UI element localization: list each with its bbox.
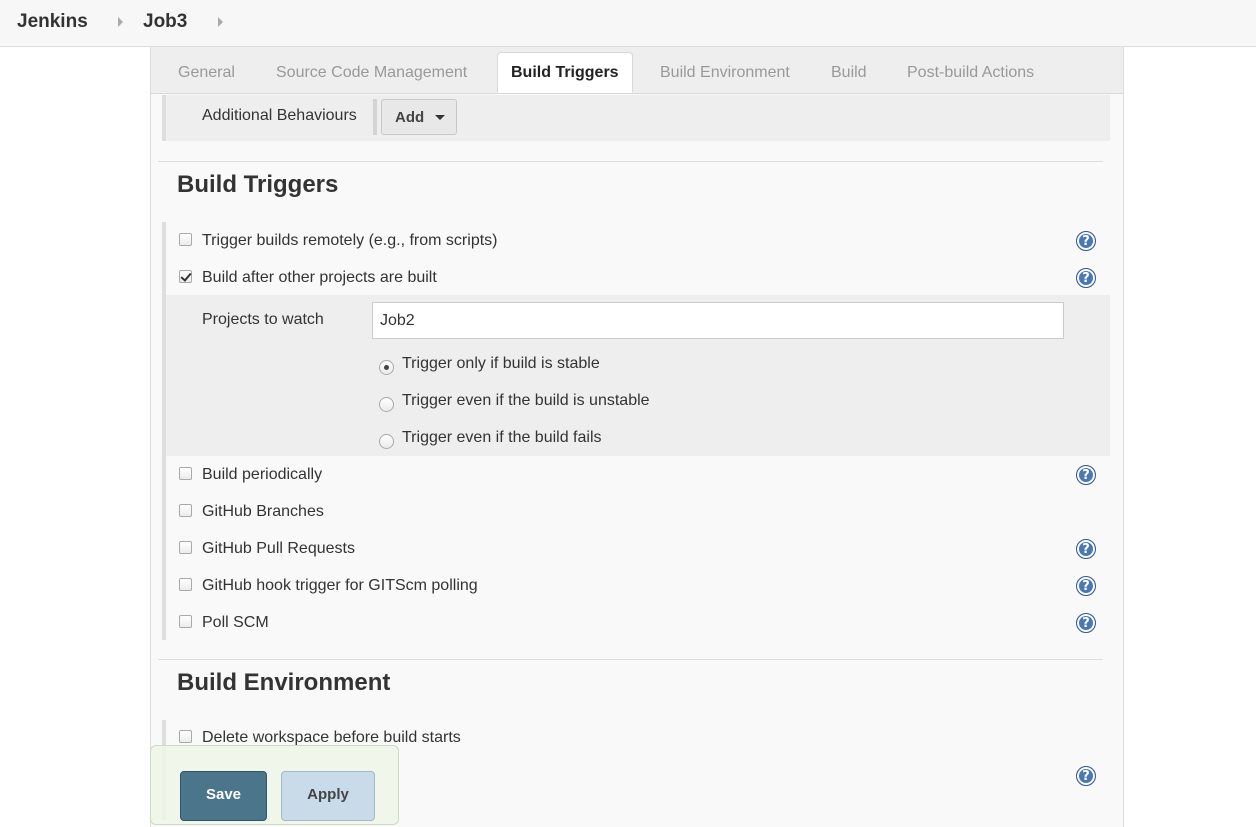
breadcrumb-job[interactable]: Job3 bbox=[143, 0, 187, 46]
trigger-fails-radio[interactable] bbox=[379, 434, 394, 449]
tab-general[interactable]: General bbox=[178, 53, 235, 93]
trigger-unstable-label: Trigger even if the build is unstable bbox=[402, 392, 650, 409]
additional-behaviours-label: Additional Behaviours bbox=[202, 107, 357, 124]
breadcrumb-jenkins[interactable]: Jenkins bbox=[17, 0, 88, 46]
config-tabbar: General Source Code Management Build Tri… bbox=[151, 47, 1123, 94]
trigger-remotely-label: Trigger builds remotely (e.g., from scri… bbox=[202, 232, 498, 249]
section-divider bbox=[158, 161, 1103, 162]
github-pull-requests-label: GitHub Pull Requests bbox=[202, 540, 355, 557]
build-after-other-projects-checkbox[interactable] bbox=[179, 270, 192, 283]
build-periodically-label: Build periodically bbox=[202, 466, 323, 483]
projects-to-watch-label: Projects to watch bbox=[202, 311, 324, 328]
tab-build[interactable]: Build bbox=[831, 53, 867, 93]
github-pull-requests-checkbox[interactable] bbox=[179, 541, 192, 554]
tab-build-environment[interactable]: Build Environment bbox=[660, 53, 790, 93]
help-icon[interactable]: ? bbox=[1076, 231, 1096, 251]
add-button-label: Add bbox=[395, 109, 425, 126]
help-icon[interactable]: ? bbox=[1076, 465, 1096, 485]
section-divider bbox=[158, 659, 1103, 660]
projects-to-watch-input[interactable] bbox=[372, 302, 1064, 339]
tab-build-triggers[interactable]: Build Triggers bbox=[497, 52, 633, 93]
caret-down-icon bbox=[435, 115, 445, 120]
trigger-unstable-radio[interactable] bbox=[379, 397, 394, 412]
delete-workspace-checkbox[interactable] bbox=[179, 730, 192, 743]
trigger-stable-radio[interactable] bbox=[379, 360, 394, 375]
add-behaviour-button[interactable]: Add bbox=[381, 99, 457, 135]
apply-button[interactable]: Apply bbox=[281, 771, 375, 821]
help-icon[interactable]: ? bbox=[1076, 613, 1096, 633]
tab-post-build-actions[interactable]: Post-build Actions bbox=[907, 53, 1034, 93]
chevron-right-icon[interactable] bbox=[118, 17, 123, 27]
tab-source-code-management[interactable]: Source Code Management bbox=[276, 53, 467, 93]
chevron-right-icon[interactable] bbox=[218, 17, 223, 27]
help-icon[interactable]: ? bbox=[1076, 576, 1096, 596]
help-icon[interactable]: ? bbox=[1076, 268, 1096, 288]
github-branches-label: GitHub Branches bbox=[202, 503, 324, 520]
trigger-stable-label: Trigger only if build is stable bbox=[402, 355, 600, 372]
config-panel: General Source Code Management Build Tri… bbox=[150, 47, 1124, 827]
save-button[interactable]: Save bbox=[180, 771, 267, 821]
help-icon[interactable]: ? bbox=[1076, 766, 1096, 786]
help-icon[interactable]: ? bbox=[1076, 539, 1096, 559]
section-indent-bar bbox=[162, 95, 166, 141]
github-hook-trigger-label: GitHub hook trigger for GITScm polling bbox=[202, 577, 478, 594]
breadcrumb: Jenkins Job3 bbox=[0, 0, 1256, 47]
poll-scm-checkbox[interactable] bbox=[179, 615, 192, 628]
build-triggers-heading: Build Triggers bbox=[177, 171, 339, 198]
github-branches-checkbox[interactable] bbox=[179, 504, 192, 517]
trigger-remotely-checkbox[interactable] bbox=[179, 233, 192, 246]
field-separator bbox=[373, 99, 377, 135]
github-hook-trigger-checkbox[interactable] bbox=[179, 578, 192, 591]
poll-scm-label: Poll SCM bbox=[202, 614, 269, 631]
trigger-fails-label: Trigger even if the build fails bbox=[402, 429, 602, 446]
build-periodically-checkbox[interactable] bbox=[179, 467, 192, 480]
build-after-other-projects-label: Build after other projects are built bbox=[202, 269, 437, 286]
build-environment-heading: Build Environment bbox=[177, 669, 391, 696]
